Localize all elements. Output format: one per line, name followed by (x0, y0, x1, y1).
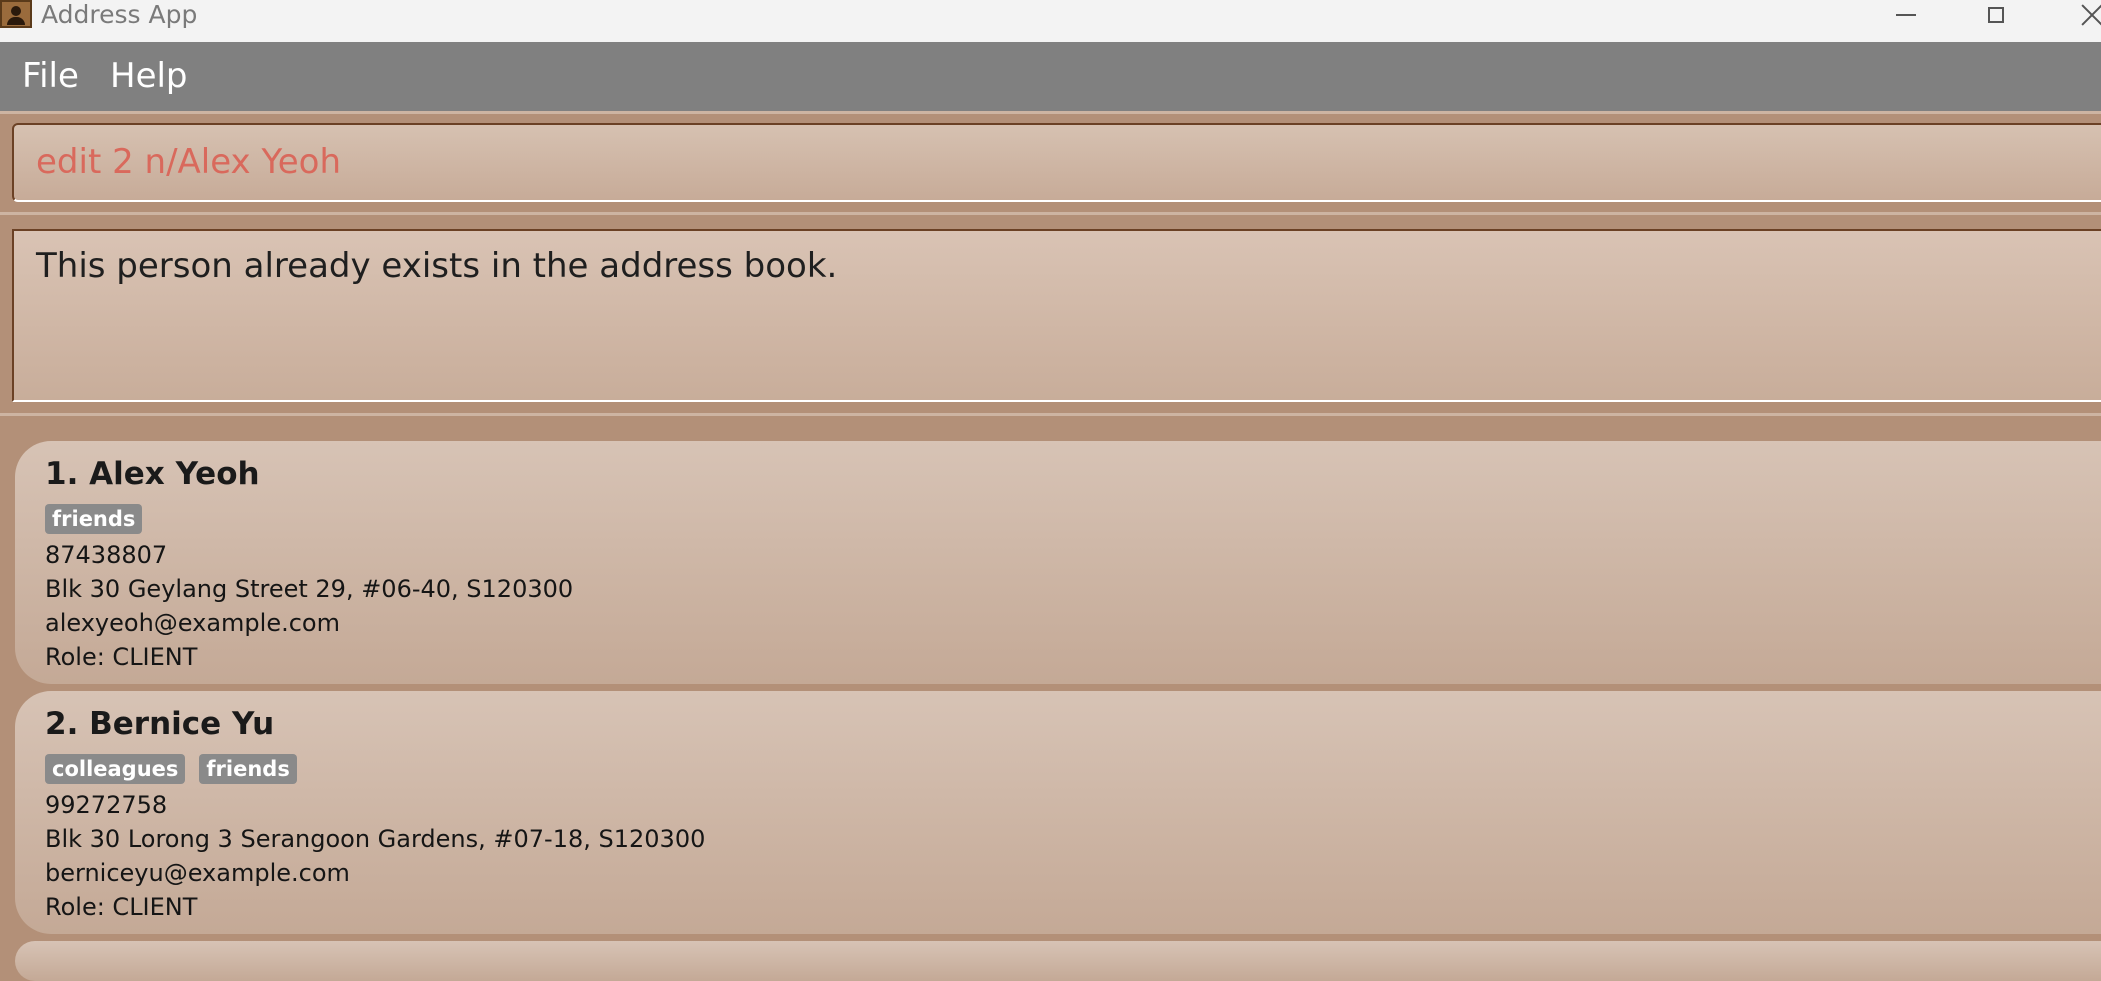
tag: colleagues (45, 754, 186, 784)
divider (0, 111, 2101, 114)
maximize-button[interactable] (1966, 0, 2026, 30)
person-email: alexyeoh@example.com (45, 609, 340, 637)
person-card[interactable]: 1. Alex Yeoh friends 87438807 Blk 30 Gey… (15, 441, 2101, 684)
tag: friends (199, 754, 297, 784)
person-card[interactable] (15, 941, 2101, 981)
result-display: This person already exists in the addres… (12, 229, 2101, 402)
person-address: Blk 30 Lorong 3 Serangoon Gardens, #07-1… (45, 825, 706, 853)
person-email: berniceyu@example.com (45, 859, 350, 887)
tag-list: colleagues friends (45, 754, 297, 784)
person-address: Blk 30 Geylang Street 29, #06-40, S12030… (45, 575, 574, 603)
person-phone: 87438807 (45, 541, 168, 569)
tag: friends (45, 504, 143, 534)
address-book-icon (0, 0, 32, 28)
menu-help[interactable]: Help (110, 42, 188, 111)
person-card[interactable]: 2. Bernice Yu colleagues friends 9927275… (15, 691, 2101, 934)
command-input-text: edit 2 n/Alex Yeoh (36, 142, 342, 182)
person-role: Role: CLIENT (45, 643, 198, 671)
close-button[interactable] (2058, 0, 2101, 30)
tag-list: friends (45, 504, 143, 534)
person-phone: 99272758 (45, 791, 168, 819)
result-message: This person already exists in the addres… (36, 246, 838, 286)
window-title: Address App (41, 0, 198, 29)
command-input[interactable]: edit 2 n/Alex Yeoh (12, 123, 2101, 202)
person-role: Role: CLIENT (45, 893, 198, 921)
title-bar: Address App (0, 0, 2101, 42)
minimize-button[interactable] (1876, 0, 1936, 30)
menu-file[interactable]: File (22, 42, 79, 111)
menu-bar: File Help (0, 42, 2101, 111)
divider (0, 212, 2101, 215)
person-name: 1. Alex Yeoh (45, 456, 260, 492)
person-name: 2. Bernice Yu (45, 706, 275, 742)
